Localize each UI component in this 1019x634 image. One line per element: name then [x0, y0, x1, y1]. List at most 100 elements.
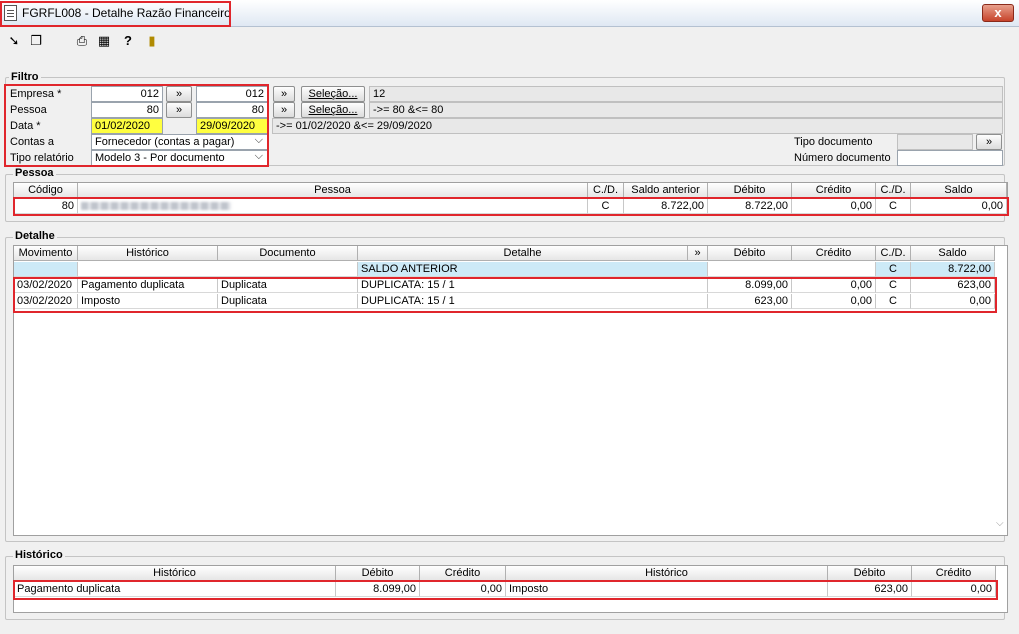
data-from-input[interactable]: 01/02/2020 [91, 118, 163, 134]
tipo-documento-arrow-button[interactable]: » [976, 134, 1002, 150]
pessoa-col-pessoa[interactable]: Pessoa [78, 183, 588, 198]
detalhe-col-expand[interactable]: » [688, 246, 708, 261]
pessoa-cell-saldo[interactable]: 0,00 [911, 199, 1007, 214]
pessoa-col-codigo[interactable]: Código [14, 183, 78, 198]
historico-right-credito[interactable]: 0,00 [912, 582, 996, 597]
empresa-summary: 12 [369, 86, 1003, 102]
historico-right-historico[interactable]: Imposto [506, 582, 828, 597]
saldo-anterior-cell-values[interactable] [708, 262, 876, 277]
historico-col-historico-right[interactable]: Histórico [506, 566, 828, 581]
window-title: FGRFL008 - Detalhe Razão Financeiro [22, 6, 231, 20]
detalhe-col-documento[interactable]: Documento [218, 246, 358, 261]
arrow-in-icon[interactable]: ➘ [6, 33, 22, 49]
pessoa-arrow2-button[interactable]: » [273, 102, 295, 118]
numero-documento-input[interactable] [897, 150, 1003, 166]
saldo-anterior-cell-cd[interactable]: C [876, 262, 911, 277]
detalhe-row1-saldo[interactable]: 623,00 [911, 278, 995, 293]
pessoa-to-input[interactable]: 80 [196, 102, 268, 118]
detalhe-row2-debito[interactable]: 623,00 [708, 294, 792, 309]
detalhe-row1-movimento[interactable]: 03/02/2020 [14, 278, 78, 293]
empresa-selecao-label: Seleção... [308, 88, 358, 100]
empresa-arrow-button[interactable]: » [166, 86, 192, 102]
empresa-to-input[interactable]: 012 [196, 86, 268, 102]
data-label: Data * [10, 120, 41, 132]
detalhe-row2-documento[interactable]: Duplicata [218, 294, 358, 309]
detalhe-col-detalhe[interactable]: Detalhe [358, 246, 688, 261]
redacted-name [81, 202, 231, 210]
pessoa-cell-debito[interactable]: 8.722,00 [708, 199, 792, 214]
print-icon[interactable]: ⎙ [74, 33, 90, 49]
document-icon [4, 5, 17, 21]
pessoa-col-cd1[interactable]: C./D. [588, 183, 624, 198]
empresa-selecao-button[interactable]: Seleção... [301, 86, 365, 102]
tipo-documento-input[interactable] [897, 134, 973, 150]
historico-col-historico-left[interactable]: Histórico [14, 566, 336, 581]
pessoa-summary: ->= 80 &<= 80 [369, 102, 1003, 118]
pessoa-cell-saldo-anterior[interactable]: 8.722,00 [624, 199, 708, 214]
pessoa-arrow-button[interactable]: » [166, 102, 192, 118]
tipo-relatorio-select[interactable]: Modelo 3 - Por documento [91, 150, 268, 166]
detalhe-row2-historico[interactable]: Imposto [78, 294, 218, 309]
detalhe-row2-cd[interactable]: C [876, 294, 911, 309]
pessoa-col-debito[interactable]: Débito [708, 183, 792, 198]
detalhe-col-credito[interactable]: Crédito [792, 246, 876, 261]
historico-left-historico[interactable]: Pagamento duplicata [14, 582, 336, 597]
detalhe-col-cd[interactable]: C./D. [876, 246, 911, 261]
pessoa-col-cd2[interactable]: C./D. [876, 183, 911, 198]
pessoa-col-saldo[interactable]: Saldo [911, 183, 1007, 198]
detalhe-row1-cd[interactable]: C [876, 278, 911, 293]
pessoa-cell-cd1[interactable]: C [588, 199, 624, 214]
data-to-input[interactable]: 29/09/2020 [196, 118, 268, 134]
numero-documento-label: Número documento [794, 152, 891, 164]
detalhe-row2-detalhe[interactable]: DUPLICATA: 15 / 1 [358, 294, 708, 309]
historico-title: Histórico [13, 549, 65, 561]
pessoa-col-credito[interactable]: Crédito [792, 183, 876, 198]
historico-left-credito[interactable]: 0,00 [420, 582, 506, 597]
historico-col-credito-left[interactable]: Crédito [420, 566, 506, 581]
detalhe-row1-documento[interactable]: Duplicata [218, 278, 358, 293]
detalhe-title: Detalhe [13, 230, 57, 242]
detalhe-col-saldo[interactable]: Saldo [911, 246, 995, 261]
contas-a-select[interactable]: Fornecedor (contas a pagar) [91, 134, 268, 150]
pessoa-col-saldo-anterior[interactable]: Saldo anterior [624, 183, 708, 198]
historico-left-debito[interactable]: 8.099,00 [336, 582, 420, 597]
saldo-anterior-cell-detalhe[interactable]: SALDO ANTERIOR [358, 262, 708, 277]
contas-a-label: Contas a [10, 136, 55, 148]
pessoa-cell-codigo[interactable]: 80 [14, 199, 78, 214]
pessoa-cell-cd2[interactable]: C [876, 199, 911, 214]
copy-icon[interactable]: ❐ [28, 33, 44, 49]
pessoa-cell-credito[interactable]: 0,00 [792, 199, 876, 214]
detalhe-row1-debito[interactable]: 8.099,00 [708, 278, 792, 293]
historico-col-credito-right[interactable]: Crédito [912, 566, 996, 581]
pessoa-cell-nome[interactable] [78, 199, 588, 214]
historico-right-debito[interactable]: 623,00 [828, 582, 912, 597]
data-summary: ->= 01/02/2020 &<= 29/09/2020 [272, 118, 1003, 134]
empresa-from-input[interactable]: 012 [91, 86, 163, 102]
pessoa-from-input[interactable]: 80 [91, 102, 163, 118]
detalhe-row2-movimento[interactable]: 03/02/2020 [14, 294, 78, 309]
saldo-anterior-cell-empty[interactable] [78, 262, 358, 277]
pessoa-selecao-button[interactable]: Seleção... [301, 102, 365, 118]
exit-door-icon[interactable]: ▮ [144, 33, 160, 49]
detalhe-row1-detalhe[interactable]: DUPLICATA: 15 / 1 [358, 278, 708, 293]
grid-icon[interactable]: ▦ [96, 33, 112, 49]
detalhe-row2-credito[interactable]: 0,00 [792, 294, 876, 309]
detalhe-col-movimento[interactable]: Movimento [14, 246, 78, 261]
pessoa-label: Pessoa [10, 104, 47, 116]
help-icon[interactable]: ? [120, 33, 136, 49]
detalhe-col-debito[interactable]: Débito [708, 246, 792, 261]
detalhe-row1-credito[interactable]: 0,00 [792, 278, 876, 293]
detalhe-col-historico[interactable]: Histórico [78, 246, 218, 261]
saldo-anterior-cell-saldo[interactable]: 8.722,00 [911, 262, 995, 277]
empresa-arrow2-button[interactable]: » [273, 86, 295, 102]
detalhe-row2-saldo[interactable]: 0,00 [911, 294, 995, 309]
saldo-anterior-cell-movimento[interactable] [14, 262, 78, 277]
historico-col-debito-left[interactable]: Débito [336, 566, 420, 581]
scroll-down-icon[interactable]: ⌵ [996, 518, 1004, 529]
tipo-documento-label: Tipo documento [794, 136, 873, 148]
detalhe-row1-historico[interactable]: Pagamento duplicata [78, 278, 218, 293]
empresa-label: Empresa * [10, 88, 62, 100]
historico-col-debito-right[interactable]: Débito [828, 566, 912, 581]
filtro-title: Filtro [9, 71, 41, 83]
close-button[interactable]: x [982, 4, 1014, 22]
